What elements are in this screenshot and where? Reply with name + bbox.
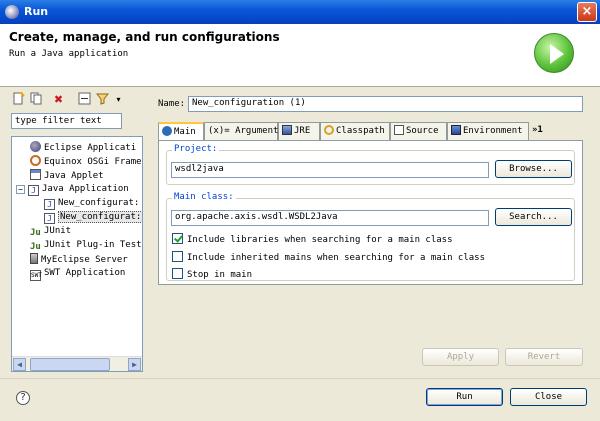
jre-tab-icon [282,125,292,135]
tab-jre[interactable]: JRE [278,122,320,140]
junit-icon: Ju [30,228,41,238]
scroll-thumb[interactable] [30,358,110,371]
main-class-field[interactable]: org.apache.axis.wsdl.WSDL2Java [171,210,489,226]
config-tabs: Main (x)= Arguments JRE Classpath Source… [158,122,583,141]
footer-divider [0,378,600,379]
help-icon[interactable]: ? [16,391,30,405]
run-dialog: Run × Create, manage, and run configurat… [0,0,600,421]
checkbox-unchecked-icon[interactable] [172,268,183,279]
tree-item-new-configuration-2[interactable]: J New_configurat: [44,211,142,224]
tab-source[interactable]: Source [390,122,447,140]
tree-item-eclipse-application[interactable]: Eclipse Applicati [30,141,136,154]
project-field[interactable]: wsdl2java [171,162,489,178]
name-label: Name: [158,99,186,109]
tree-item-swt-application[interactable]: SWT SWT Application [30,267,125,281]
delete-icon[interactable]: ✖ [51,92,66,107]
tree-item-equinox-osgi[interactable]: Equinox OSGi Frame [30,155,142,168]
dialog-header: Create, manage, and run configurations R… [0,24,600,87]
tree-item-java-applet[interactable]: Java Applet [30,169,104,182]
tree-item-junit-plugin-test[interactable]: Ju JUnit Plug-in Test [30,239,142,252]
stop-in-main-checkbox[interactable]: Stop in main [172,268,252,280]
scroll-right-icon[interactable]: ▶ [128,358,141,371]
eclipse-app-icon [5,5,19,19]
main-tab-content: Project: wsdl2java Browse... Main class:… [158,140,583,285]
applet-icon [30,169,41,180]
filter-icon[interactable] [95,92,110,107]
swt-icon: SWT [30,270,42,281]
java-config-icon: J [44,199,55,210]
tab-environment[interactable]: Environment [447,122,529,140]
checkbox-checked-icon[interactable] [172,233,183,244]
tab-arguments[interactable]: (x)= Arguments [204,122,284,140]
search-button[interactable]: Search... [495,208,572,226]
collapse-toggle-icon[interactable]: − [16,185,25,194]
close-button[interactable]: Close [510,388,587,406]
dialog-title: Create, manage, and run configurations [9,30,280,44]
title-bar[interactable]: Run × [0,0,600,24]
close-window-button[interactable]: × [577,2,597,22]
tree-item-myeclipse-server[interactable]: MyEclipse Server [30,253,128,266]
horizontal-scrollbar[interactable]: ◀ ▶ [12,356,142,371]
new-launch-config-icon[interactable] [11,91,26,107]
main-class-group: Main class: org.apache.axis.wsdl.WSDL2Ja… [166,192,575,281]
duplicate-icon[interactable] [29,92,44,107]
scroll-left-icon[interactable]: ◀ [13,358,26,371]
collapse-all-icon[interactable] [77,92,92,107]
apply-button[interactable]: Apply [422,348,499,366]
server-icon [30,253,38,264]
tree-item-java-application[interactable]: − J Java Application [16,183,129,196]
junit-plugin-icon: Ju [30,242,41,252]
dropdown-arrow-icon[interactable]: ▾ [111,92,126,107]
checkbox-unchecked-icon[interactable] [172,251,183,262]
main-class-label: Main class: [172,192,236,202]
tree-item-junit[interactable]: Ju JUnit [30,225,71,238]
tab-classpath[interactable]: Classpath [320,122,390,140]
browse-button[interactable]: Browse... [495,160,572,178]
java-app-icon: J [28,185,39,196]
launch-config-panel: ✖ ▾ type filter text Eclipse Applicati E… [7,90,145,374]
environment-tab-icon [451,125,461,135]
source-tab-icon [394,125,404,135]
configuration-editor: Name: New_configuration (1) Main (x)= Ar… [150,90,593,374]
classpath-tab-icon [324,125,334,135]
name-field[interactable]: New_configuration (1) [188,96,583,112]
project-label: Project: [172,144,220,154]
include-libraries-checkbox[interactable]: Include libraries when searching for a m… [172,233,453,245]
run-button[interactable]: Run [426,388,503,406]
window-title: Run [24,5,49,18]
eclipse-icon [30,141,41,152]
include-inherited-mains-checkbox[interactable]: Include inherited mains when searching f… [172,251,485,263]
osgi-icon [30,155,41,166]
launch-config-tree[interactable]: Eclipse Applicati Equinox OSGi Frame Jav… [11,136,143,372]
java-config-icon: J [44,213,55,224]
run-banner-icon [534,33,574,73]
main-tab-icon [162,126,172,136]
project-group: Project: wsdl2java Browse... [166,144,575,185]
tree-item-new-configuration-1[interactable]: J New_configurat: [44,197,139,210]
tab-overflow-chevron[interactable]: »1 [529,122,549,140]
filter-input[interactable]: type filter text [11,113,122,129]
revert-button[interactable]: Revert [505,348,583,366]
dialog-subtitle: Run a Java application [9,49,129,59]
tab-main[interactable]: Main [158,122,204,141]
